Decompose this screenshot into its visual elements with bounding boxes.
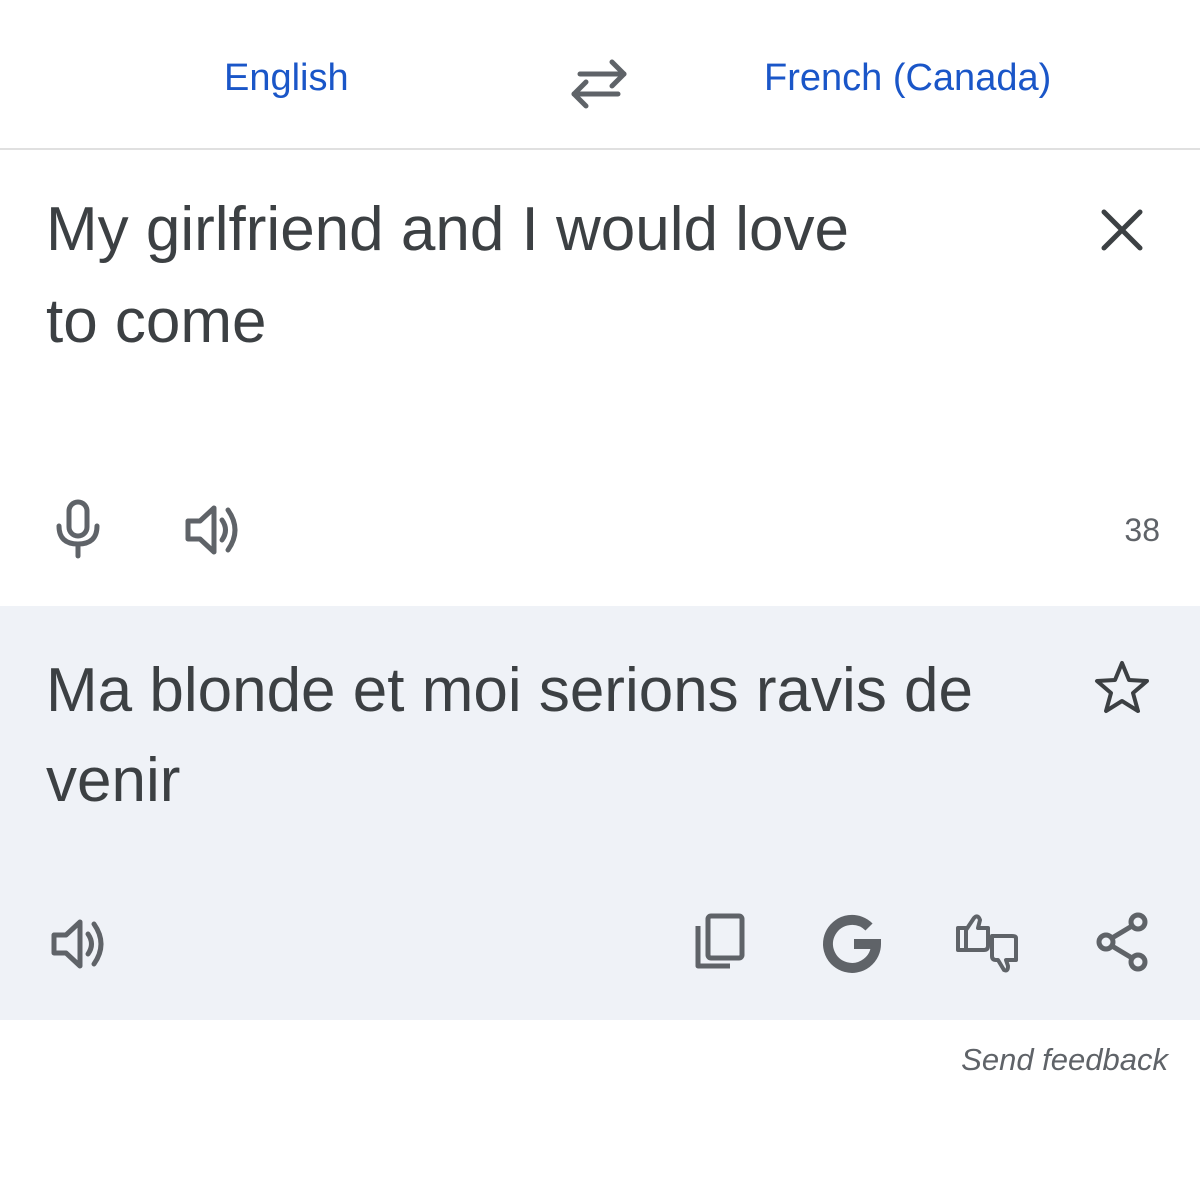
google-search-button[interactable]: [820, 910, 884, 974]
translation-text: Ma blonde et moi serions ravis de venir: [46, 656, 974, 815]
swap-arrows-icon: [571, 59, 627, 109]
source-language-button[interactable]: English: [224, 52, 349, 104]
character-count: 38: [1124, 512, 1160, 548]
google-icon: [823, 914, 882, 973]
close-icon: [1101, 209, 1143, 251]
target-language-button[interactable]: French (Canada): [764, 52, 1051, 104]
language-bar: English French (Canada): [0, 0, 1200, 150]
send-feedback-link[interactable]: Send feedback: [961, 1042, 1168, 1078]
rate-translation-button[interactable]: [952, 910, 1018, 974]
copy-button[interactable]: [688, 910, 752, 974]
share-button[interactable]: [1092, 910, 1156, 974]
source-listen-button[interactable]: [180, 498, 244, 562]
result-listen-button[interactable]: [46, 912, 110, 976]
microphone-button[interactable]: [46, 498, 110, 562]
swap-languages-button[interactable]: [566, 50, 632, 110]
source-text-input[interactable]: My girlfriend and I would love to come: [46, 184, 866, 368]
speaker-icon: [51, 919, 104, 969]
save-translation-button[interactable]: [1092, 658, 1152, 718]
microphone-icon: [56, 499, 100, 559]
copy-icon: [695, 913, 745, 969]
star-icon: [1095, 661, 1149, 713]
clear-button[interactable]: [1094, 202, 1150, 258]
feedback-thumbs-icon: [956, 914, 1018, 973]
speaker-icon: [185, 505, 238, 555]
result-panel: Ma blonde et moi serions ravis de venir: [0, 606, 1200, 1020]
source-panel: My girlfriend and I would love to come 3…: [0, 150, 1200, 606]
share-icon: [1096, 912, 1148, 972]
